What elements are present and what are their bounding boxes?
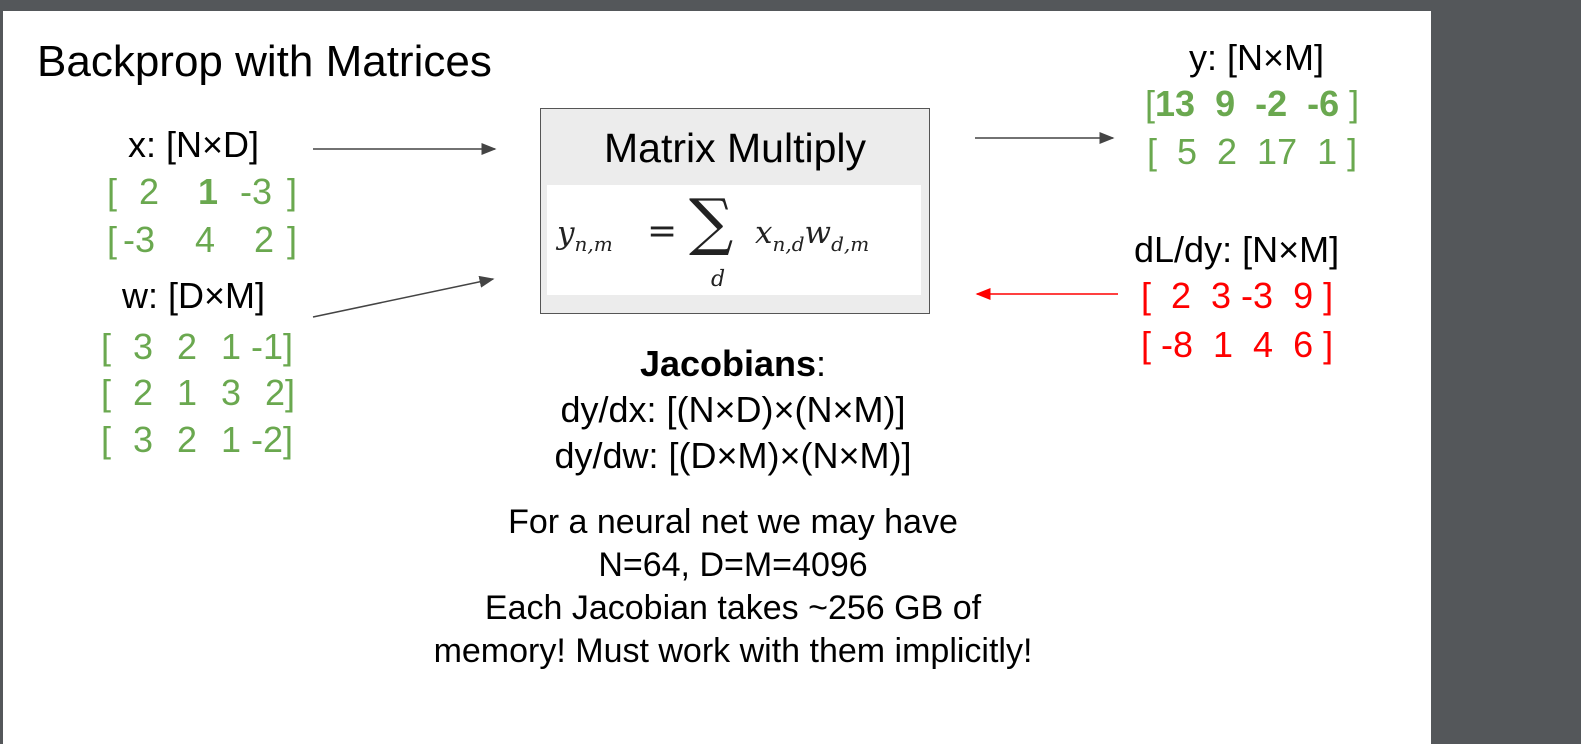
- slide: Backprop with Matrices x: [N×D] [ 2 1 -3…: [3, 11, 1431, 744]
- arrows-layer: [312, 132, 1118, 318]
- w-to-multiply-arrow: [312, 275, 495, 318]
